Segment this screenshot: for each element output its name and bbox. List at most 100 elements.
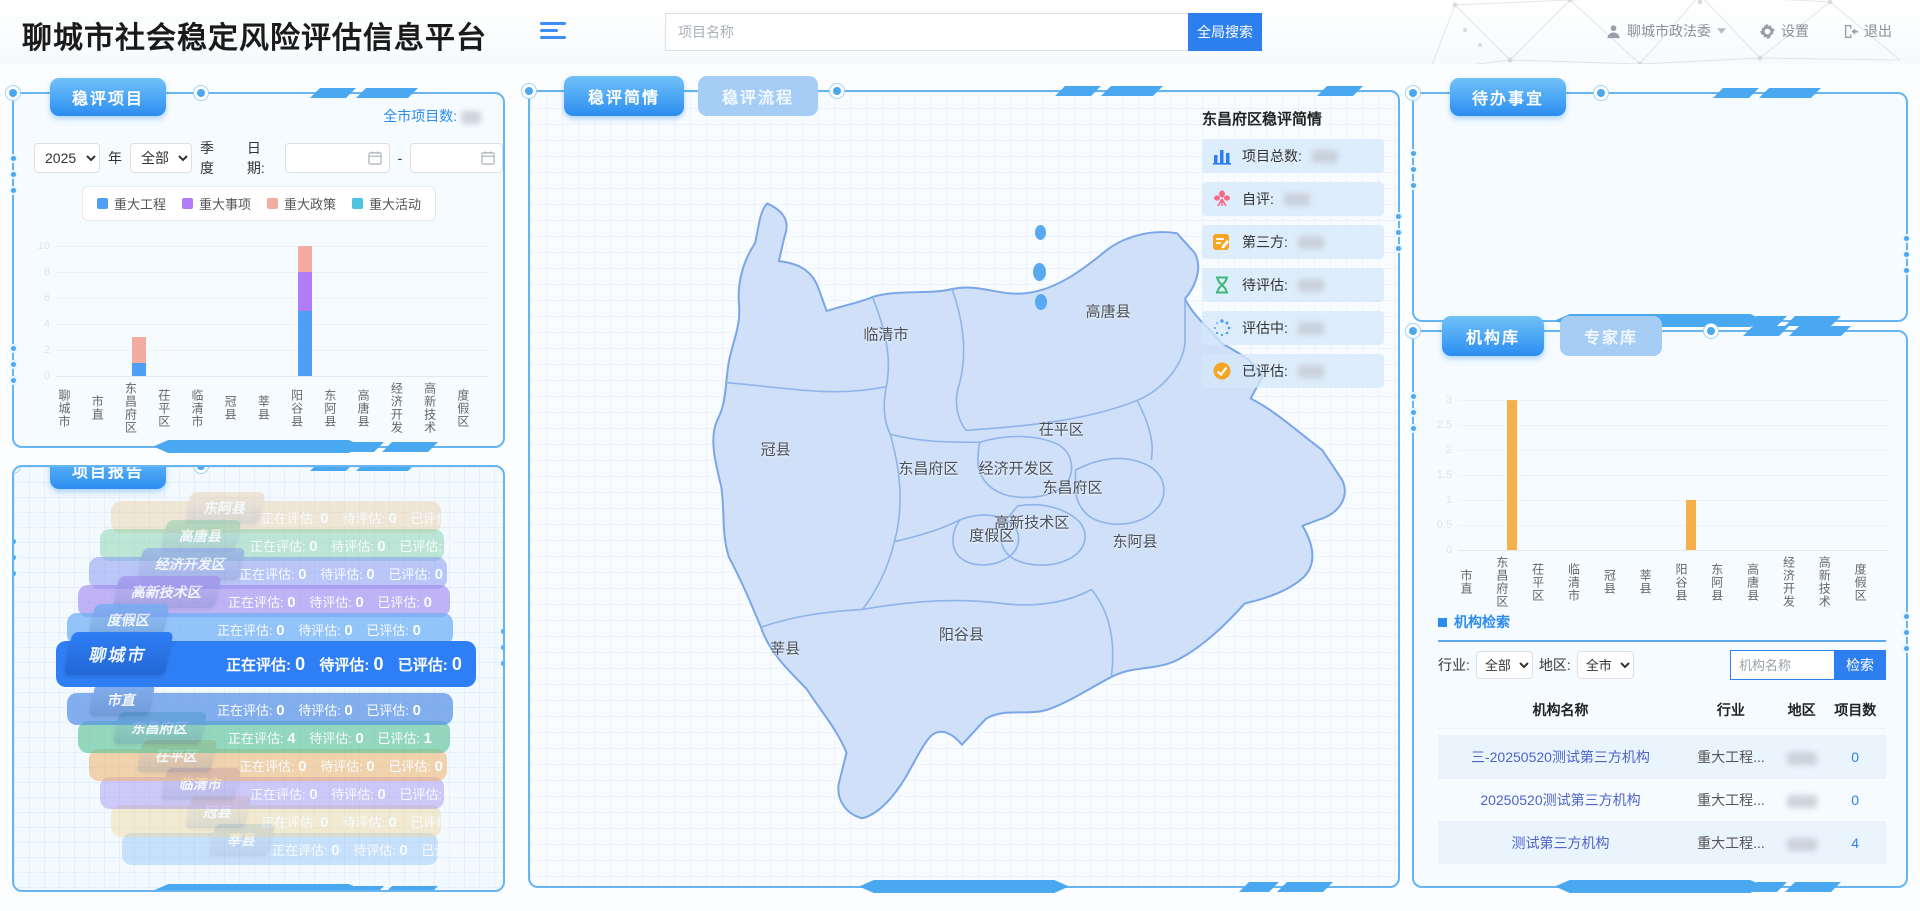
- bar-segment[interactable]: [132, 363, 146, 376]
- org-search-button[interactable]: 检索: [1834, 650, 1886, 680]
- bowtie-decoration: [1555, 880, 1765, 893]
- bar-segment[interactable]: [298, 246, 312, 272]
- org-tab-0[interactable]: 机构库: [1442, 316, 1544, 356]
- x-tick-label: 东阿县: [322, 382, 355, 434]
- bar-segment[interactable]: [1507, 400, 1517, 550]
- global-search-button[interactable]: 全局搜索: [1188, 13, 1262, 51]
- x-axis-labels: 聊城市市直东昌府区茌平区临清市冠县莘县阳谷县东阿县高唐县经济开发高新技术度假区: [56, 376, 488, 434]
- quarter-label: 季度: [200, 138, 227, 178]
- org-industry: 重大工程...: [1683, 779, 1779, 822]
- bowtie-decoration: [154, 884, 364, 892]
- district-label[interactable]: 阳谷县: [939, 624, 984, 645]
- info-row: 自评:: [1202, 182, 1384, 216]
- ribbon-metrics: 正在评估: 0 待评估: 0 已评估: 0: [272, 840, 486, 859]
- slash-decoration: [1322, 86, 1358, 96]
- bar-column: [289, 246, 322, 376]
- district-label[interactable]: 东阿县: [1112, 531, 1157, 552]
- org-name-link[interactable]: 测试第三方机构: [1438, 822, 1683, 865]
- date-start-input[interactable]: [285, 143, 389, 173]
- org-name-link[interactable]: 20250520测试第三方机构: [1438, 779, 1683, 822]
- x-axis-labels: 市直东昌府区茌平区临清市冠县莘县阳谷县东阿县高唐县经济开发高新技术度假区: [1458, 550, 1888, 608]
- map-panel: 稳评简情稳评流程 临清市高唐县冠县东昌府区经济开发区茌平区东昌府区高新技术区度假…: [528, 90, 1400, 888]
- report-ribbon[interactable]: 茌平区 正在评估: 0 待评估: 0 已评估: 0: [89, 749, 447, 781]
- spinner-icon: [1212, 318, 1232, 338]
- flower-icon: [1212, 189, 1232, 209]
- legend-swatch: [97, 198, 108, 209]
- year-label: 年: [108, 148, 122, 168]
- bar-column: [1780, 400, 1816, 550]
- map-tab-1[interactable]: 稳评流程: [698, 76, 818, 116]
- ribbon-metrics: 正在评估: 0 待评估: 0 已评估: 0: [261, 812, 475, 831]
- bar-segment[interactable]: [1686, 500, 1696, 550]
- x-tick-label: 高唐县: [355, 382, 388, 434]
- report-ribbon[interactable]: 临清市 正在评估: 0 待评估: 0 已评估: 0: [100, 777, 444, 809]
- date-end-input[interactable]: [410, 143, 503, 173]
- info-label: 第三方:: [1242, 232, 1288, 252]
- legend-item[interactable]: 重大工程: [97, 194, 166, 213]
- org-name-link[interactable]: 三-20250520测试第三方机构: [1438, 736, 1683, 779]
- report-ribbon[interactable]: 东昌府区 正在评估: 4 待评估: 0 已评估: 1: [78, 721, 450, 753]
- district-label[interactable]: 临清市: [863, 324, 908, 345]
- bowtie-decoration: [154, 440, 364, 453]
- legend-swatch: [182, 198, 193, 209]
- year-select[interactable]: 2025: [34, 143, 100, 173]
- gear-icon: [1760, 24, 1775, 39]
- industry-select[interactable]: 全部: [1476, 651, 1533, 679]
- bar-column: [1601, 400, 1637, 550]
- district-label[interactable]: 茌平区: [1039, 419, 1084, 440]
- x-tick-label: 阳谷县: [289, 382, 322, 434]
- org-filters: 行业: 全部 地区: 全市 检索: [1438, 650, 1886, 680]
- check-icon: [1212, 361, 1232, 381]
- slash-decoration: [1060, 86, 1158, 96]
- report-ribbon[interactable]: 冠县 正在评估: 0 待评估: 0 已评估: 0: [111, 805, 441, 837]
- hamburger-menu-icon[interactable]: [540, 22, 566, 42]
- bar-column: [1745, 400, 1781, 550]
- district-label[interactable]: 东昌府区: [898, 458, 958, 479]
- report-ribbon[interactable]: 莘县 正在评估: 0 待评估: 0 已评估: 0: [122, 833, 438, 865]
- report-ribbon[interactable]: 市直 正在评估: 0 待评估: 0 已评估: 0: [67, 693, 453, 725]
- search-input[interactable]: [665, 13, 1188, 51]
- district-label[interactable]: 度假区: [969, 525, 1014, 546]
- legend-item[interactable]: 重大事项: [182, 194, 251, 213]
- district-label[interactable]: 东昌府区: [1042, 477, 1102, 498]
- table-row[interactable]: 测试第三方机构 重大工程... 4: [1438, 822, 1886, 865]
- table-row[interactable]: 三-20250520测试第三方机构 重大工程... 0: [1438, 736, 1886, 779]
- info-row: 项目总数:: [1202, 139, 1384, 173]
- dot-decoration: [1902, 234, 1911, 275]
- corner-dot: [1704, 324, 1718, 338]
- district-label[interactable]: 经济开发区: [979, 458, 1054, 479]
- district-label[interactable]: 高唐县: [1086, 301, 1131, 322]
- x-tick-label: 临清市: [1565, 556, 1601, 608]
- user-menu[interactable]: 聊城市政法委: [1606, 21, 1726, 41]
- dot-decoration: [12, 537, 18, 578]
- report-carousel-panel: 项目报告 东阿县 正在评估: 0 待评估: 0 已评估: 0 高唐县 正在评估:…: [12, 465, 505, 892]
- calendar-icon: [481, 151, 495, 165]
- ribbon-metrics: 正在评估: 0 待评估: 0 已评估: 0: [261, 508, 475, 527]
- calendar-icon: [368, 151, 382, 165]
- settings-button[interactable]: 设置: [1760, 21, 1809, 41]
- logout-button[interactable]: 退出: [1843, 21, 1892, 41]
- org-tab-1[interactable]: 专家库: [1560, 316, 1662, 356]
- district-label[interactable]: 莘县: [770, 637, 800, 658]
- bar-segment[interactable]: [298, 272, 312, 311]
- bowtie-decoration: [859, 880, 1069, 893]
- legend-item[interactable]: 重大活动: [352, 194, 421, 213]
- area-select[interactable]: 全市: [1577, 651, 1634, 679]
- x-tick-label: 东昌府区: [122, 382, 155, 434]
- map-tab-0[interactable]: 稳评简情: [564, 76, 684, 116]
- corner-dot: [1406, 324, 1420, 338]
- district-info-box: 东昌府区稳评简情 项目总数: 自评: 第三方: 待评估: 评估中: 已: [1202, 108, 1384, 397]
- table-row[interactable]: 20250520测试第三方机构 重大工程... 0: [1438, 779, 1886, 822]
- x-tick-label: 经济开发: [1780, 556, 1816, 608]
- legend-item[interactable]: 重大政策: [267, 194, 336, 213]
- quarter-select[interactable]: 全部: [130, 143, 192, 173]
- x-tick-label: 东阿县: [1709, 556, 1745, 608]
- org-name-input[interactable]: [1730, 650, 1834, 680]
- bar-column: [1565, 400, 1601, 550]
- bar-chart-icon: [1212, 146, 1232, 166]
- district-label[interactable]: 冠县: [761, 439, 791, 460]
- bar-segment[interactable]: [132, 337, 146, 363]
- project-chart-legend: 重大工程 重大事项 重大政策 重大活动: [82, 186, 436, 221]
- bar-segment[interactable]: [298, 311, 312, 376]
- report-ribbon[interactable]: 聊城市 正在评估: 0 待评估: 0 已评估: 0: [56, 641, 476, 687]
